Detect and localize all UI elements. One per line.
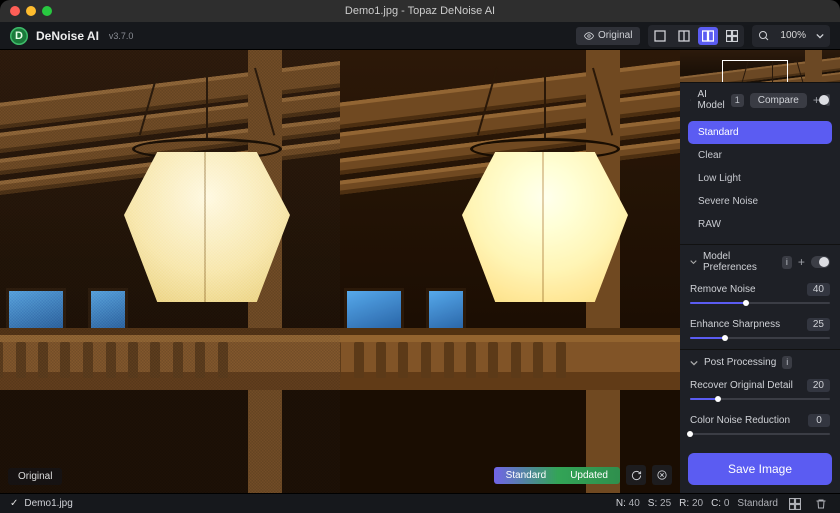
remove-noise-slider[interactable]: [690, 300, 830, 306]
ai-model-title: AI Model: [697, 89, 724, 111]
image-viewer[interactable]: Original Standard Updated: [0, 50, 680, 493]
result-updated-label: Updated: [558, 467, 620, 484]
view-grid-button[interactable]: [722, 27, 742, 45]
navigator-thumbnail[interactable]: [680, 50, 840, 82]
enhance-sharpness-label: Enhance Sharpness: [690, 319, 780, 330]
file-check-icon: ✓: [10, 498, 18, 509]
footer-model-readout: Standard: [737, 498, 778, 509]
footer-delete-button[interactable]: [812, 496, 830, 512]
result-standard-label: Standard: [494, 467, 559, 484]
view-split-button[interactable]: [674, 27, 694, 45]
right-sidebar: AI Model 1 Compare + Standard Clear Low …: [680, 50, 840, 493]
ai-model-list: Standard Clear Low Light Severe Noise RA…: [680, 117, 840, 244]
color-noise-value[interactable]: 0: [808, 414, 830, 427]
remove-noise-slider-row: Remove Noise 40: [680, 279, 840, 314]
result-split-badge: Standard Updated: [494, 467, 620, 484]
close-window-button[interactable]: [10, 6, 20, 16]
model-prefs-add-button[interactable]: +: [798, 255, 805, 269]
post-processing-info-badge: i: [782, 356, 792, 369]
color-noise-slider-row: Color Noise Reduction 0: [680, 410, 840, 445]
single-view-icon: [654, 30, 666, 42]
enhance-sharpness-value[interactable]: 25: [807, 318, 830, 331]
model-item-standard[interactable]: Standard: [688, 121, 832, 144]
footer-color-readout: C: 0: [711, 498, 729, 509]
post-processing-section-header[interactable]: Post Processing i: [680, 349, 840, 375]
zoom-level: 100%: [778, 30, 808, 41]
footer-sharpness-readout: S: 25: [648, 498, 671, 509]
grid-icon: [789, 498, 801, 510]
close-icon: [657, 470, 667, 480]
remove-noise-label: Remove Noise: [690, 284, 756, 295]
model-prefs-title: Model Preferences: [703, 251, 776, 273]
zoom-group: 100%: [752, 25, 830, 47]
original-pane: [0, 50, 340, 493]
zoom-dropdown-button[interactable]: [812, 27, 828, 45]
trash-icon: [815, 498, 827, 510]
enhance-sharpness-slider[interactable]: [690, 335, 830, 341]
footer-grid-button[interactable]: [786, 496, 804, 512]
footer-bar: ✓ Demo1.jpg N: 40 S: 25 R: 20 C: 0 Stand…: [0, 493, 840, 513]
overlay-close-button[interactable]: [652, 465, 672, 485]
app-version: v3.7.0: [109, 31, 134, 41]
side-by-side-icon: [702, 30, 714, 42]
ai-model-count-badge: 1: [731, 94, 744, 107]
fullscreen-window-button[interactable]: [42, 6, 52, 16]
window-title: Demo1.jpg - Topaz DeNoise AI: [0, 5, 840, 17]
app-logo-icon: D: [10, 27, 28, 45]
color-noise-label: Color Noise Reduction: [690, 415, 790, 426]
recover-detail-slider-row: Recover Original Detail 20: [680, 375, 840, 410]
model-item-low-light[interactable]: Low Light: [688, 167, 832, 190]
chevron-down-icon: [690, 258, 697, 266]
ai-model-section-header[interactable]: AI Model 1 Compare +: [680, 82, 840, 117]
color-noise-slider[interactable]: [690, 431, 830, 437]
show-original-button[interactable]: Original: [576, 27, 640, 45]
chevron-down-icon: [690, 96, 691, 104]
footer-recover-readout: R: 20: [679, 498, 703, 509]
model-prefs-section-header[interactable]: Model Preferences i +: [680, 244, 840, 279]
refresh-icon: [631, 470, 642, 481]
grid-view-icon: [726, 30, 738, 42]
model-prefs-toggle[interactable]: [811, 256, 830, 268]
remove-noise-value[interactable]: 40: [807, 283, 830, 296]
overlay-refresh-button[interactable]: [626, 465, 646, 485]
chevron-down-icon: [690, 359, 698, 367]
traffic-lights: [10, 6, 52, 16]
processed-pane: [340, 50, 680, 493]
enhance-sharpness-slider-row: Enhance Sharpness 25: [680, 314, 840, 349]
model-item-raw[interactable]: RAW: [688, 213, 832, 236]
eye-icon: [584, 31, 594, 41]
result-overlay-strip: Standard Updated: [494, 465, 672, 485]
model-prefs-info-badge: i: [782, 256, 792, 269]
split-view-icon: [678, 30, 690, 42]
magnifier-icon: [758, 30, 770, 42]
navigator-viewport-rect[interactable]: [722, 60, 788, 82]
view-side-by-side-button[interactable]: [698, 27, 718, 45]
app-name: DeNoise AI: [36, 29, 99, 43]
recover-detail-label: Recover Original Detail: [690, 380, 793, 391]
zoom-out-button[interactable]: [754, 27, 774, 45]
footer-noise-readout: N: 40: [616, 498, 640, 509]
view-single-button[interactable]: [650, 27, 670, 45]
chevron-down-icon: [816, 32, 824, 40]
original-badge: Original: [8, 468, 62, 485]
save-image-button[interactable]: Save Image: [688, 453, 832, 485]
ai-model-toggle[interactable]: [826, 94, 830, 106]
footer-filename[interactable]: Demo1.jpg: [24, 498, 72, 509]
recover-detail-slider[interactable]: [690, 396, 830, 402]
show-original-label: Original: [598, 30, 632, 41]
model-item-severe-noise[interactable]: Severe Noise: [688, 190, 832, 213]
model-item-clear[interactable]: Clear: [688, 144, 832, 167]
view-mode-group: [648, 25, 744, 47]
minimize-window-button[interactable]: [26, 6, 36, 16]
recover-detail-value[interactable]: 20: [807, 379, 830, 392]
macos-titlebar: Demo1.jpg - Topaz DeNoise AI: [0, 0, 840, 22]
post-processing-title: Post Processing: [704, 357, 776, 368]
compare-button[interactable]: Compare: [750, 93, 807, 108]
app-header: D DeNoise AI v3.7.0 Original 100%: [0, 22, 840, 50]
